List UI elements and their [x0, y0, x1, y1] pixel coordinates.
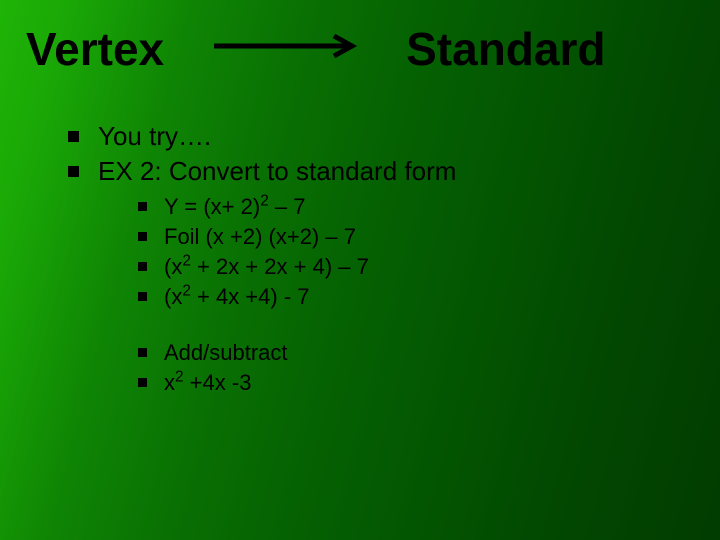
superscript: 2 [182, 253, 191, 270]
list-item: x2 +4x -3 [138, 369, 720, 397]
bullet-text: You try…. [98, 121, 211, 151]
bullet-list-level1: You try…. EX 2: Convert to standard form… [68, 120, 720, 397]
bullet-text: Foil (x +2) (x+2) – 7 [164, 224, 356, 249]
bullet-text: – 7 [269, 194, 306, 219]
list-item: (x2 + 2x + 2x + 4) – 7 [138, 253, 720, 281]
superscript: 2 [260, 192, 269, 209]
bullet-text: (x [164, 254, 182, 279]
bullet-list-level2: Add/subtract x2 +4x -3 [98, 339, 720, 397]
list-item: (x2 + 4x +4) - 7 [138, 283, 720, 311]
bullet-text: Y = (x+ 2) [164, 194, 260, 219]
arrow-icon [212, 32, 362, 60]
title-row: Vertex Standard [0, 0, 720, 76]
bullet-text: + 2x + 2x + 4) – 7 [191, 254, 369, 279]
title-vertex: Vertex [26, 22, 164, 76]
bullet-text: +4x -3 [184, 370, 252, 395]
bullet-list-level2: Y = (x+ 2)2 – 7 Foil (x +2) (x+2) – 7 (x… [98, 193, 720, 312]
slide: Vertex Standard You try…. EX 2: Convert … [0, 0, 720, 540]
list-item: Add/subtract [138, 339, 720, 367]
list-item: Foil (x +2) (x+2) – 7 [138, 223, 720, 251]
list-item: You try…. [68, 120, 720, 153]
superscript: 2 [182, 283, 191, 300]
superscript: 2 [175, 369, 184, 386]
bullet-text: EX 2: Convert to standard form [98, 156, 456, 186]
spacer [98, 313, 720, 335]
bullet-text: x [164, 370, 175, 395]
bullet-text: + 4x +4) - 7 [191, 284, 310, 309]
bullet-text: Add/subtract [164, 340, 288, 365]
bullet-text: (x [164, 284, 182, 309]
list-item: EX 2: Convert to standard form Y = (x+ 2… [68, 155, 720, 397]
body-content: You try…. EX 2: Convert to standard form… [0, 76, 720, 397]
list-item: Y = (x+ 2)2 – 7 [138, 193, 720, 221]
title-standard: Standard [406, 22, 605, 76]
